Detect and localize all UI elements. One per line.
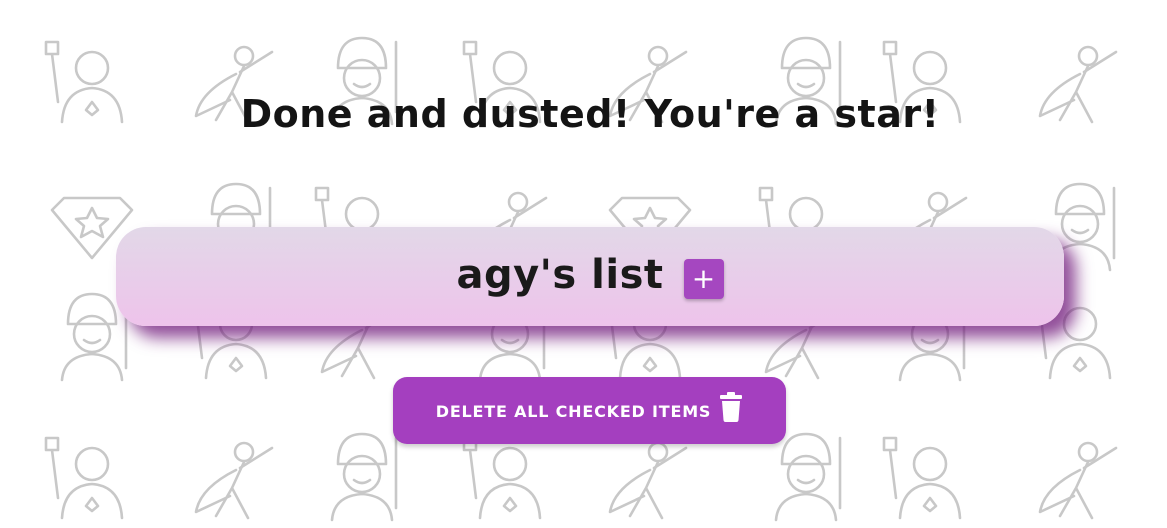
- plus-icon: +: [691, 261, 716, 295]
- completion-message: Done and dusted! You're a star!: [240, 92, 940, 136]
- trash-icon: [719, 391, 743, 422]
- page-content: Done and dusted! You're a star! agy's li…: [0, 0, 1167, 528]
- list-header-card: agy's list +: [116, 227, 1064, 326]
- add-item-button[interactable]: +: [683, 258, 724, 299]
- delete-checked-items-button[interactable]: delete all checked items: [393, 377, 786, 444]
- delete-checked-items-label: delete all checked items: [435, 402, 712, 421]
- list-title: agy's list: [456, 251, 664, 298]
